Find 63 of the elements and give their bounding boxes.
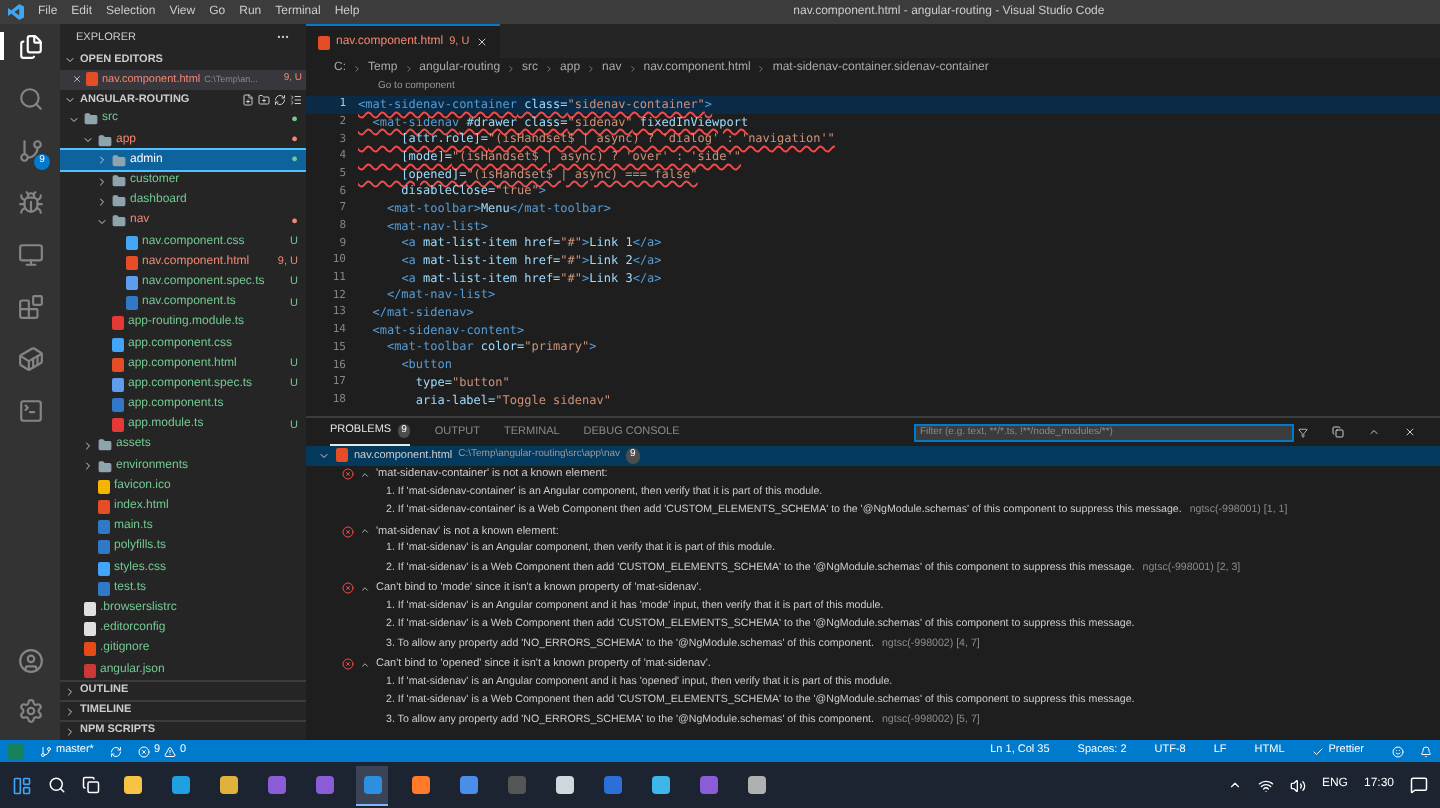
new-folder-icon[interactable] <box>258 93 270 106</box>
notifications-icon[interactable] <box>1410 776 1428 794</box>
feedback-icon[interactable] <box>1392 745 1404 757</box>
chevron-icon[interactable] <box>64 93 76 106</box>
close-icon[interactable] <box>475 36 488 48</box>
error-icon <box>342 468 354 481</box>
chevron-icon[interactable] <box>64 54 76 67</box>
folder-icon <box>98 133 112 148</box>
separator-icon <box>586 64 597 74</box>
wifi-icon[interactable] <box>1257 777 1274 793</box>
source-control-icon[interactable] <box>17 137 43 163</box>
account-icon[interactable] <box>17 648 43 674</box>
close-icon[interactable] <box>1404 426 1416 438</box>
separator-icon <box>544 64 555 74</box>
file-icon <box>318 35 330 49</box>
error-icon <box>342 525 354 538</box>
notification-icon[interactable] <box>1420 745 1432 757</box>
files-icon[interactable] <box>17 33 43 59</box>
chevron-icon[interactable] <box>360 526 370 537</box>
folder-icon <box>98 438 112 453</box>
start-icon[interactable] <box>12 775 32 795</box>
tray-icon[interactable] <box>1227 778 1242 792</box>
terminal-icon[interactable] <box>17 397 43 423</box>
maximize-icon[interactable] <box>1368 426 1380 438</box>
file-icon <box>86 72 98 87</box>
chevron-icon[interactable] <box>360 659 370 670</box>
search-icon[interactable] <box>48 776 66 794</box>
error-icon <box>342 582 354 595</box>
separator-icon <box>627 64 638 74</box>
settings-icon[interactable] <box>17 698 43 724</box>
separator-icon <box>352 64 362 74</box>
folder-icon <box>84 112 98 127</box>
folder-icon <box>112 214 126 229</box>
active-indicator <box>0 32 4 60</box>
folder-icon <box>112 194 126 209</box>
chevron-icon[interactable] <box>360 469 370 480</box>
extensions-icon[interactable] <box>17 293 43 319</box>
app-logo-icon <box>8 4 24 20</box>
chevron-icon <box>318 449 330 462</box>
refresh-icon[interactable] <box>274 93 286 106</box>
error-icon <box>137 745 150 757</box>
folder-icon <box>112 153 126 168</box>
volume-icon[interactable] <box>1289 777 1306 793</box>
warning-icon <box>164 745 177 757</box>
chevron-icon[interactable] <box>360 583 370 594</box>
docker-icon[interactable] <box>17 345 43 371</box>
new-file-icon[interactable] <box>242 93 254 106</box>
folder-icon <box>98 459 112 474</box>
error-icon <box>342 658 354 671</box>
debug-icon[interactable] <box>17 189 43 215</box>
collapse-icon[interactable] <box>290 93 302 106</box>
branch-icon <box>40 745 52 757</box>
copy-icon[interactable] <box>1332 426 1344 438</box>
sync-icon[interactable] <box>109 745 122 757</box>
taskbar-app-icon[interactable] <box>356 765 388 805</box>
separator-icon <box>506 64 517 74</box>
file-icon <box>336 448 348 463</box>
filter-icon[interactable] <box>1298 427 1308 437</box>
separator-icon <box>756 64 767 74</box>
check-icon <box>1312 745 1325 757</box>
folder-icon <box>112 174 126 189</box>
task-view-icon[interactable] <box>82 776 100 794</box>
separator-icon <box>403 64 414 74</box>
